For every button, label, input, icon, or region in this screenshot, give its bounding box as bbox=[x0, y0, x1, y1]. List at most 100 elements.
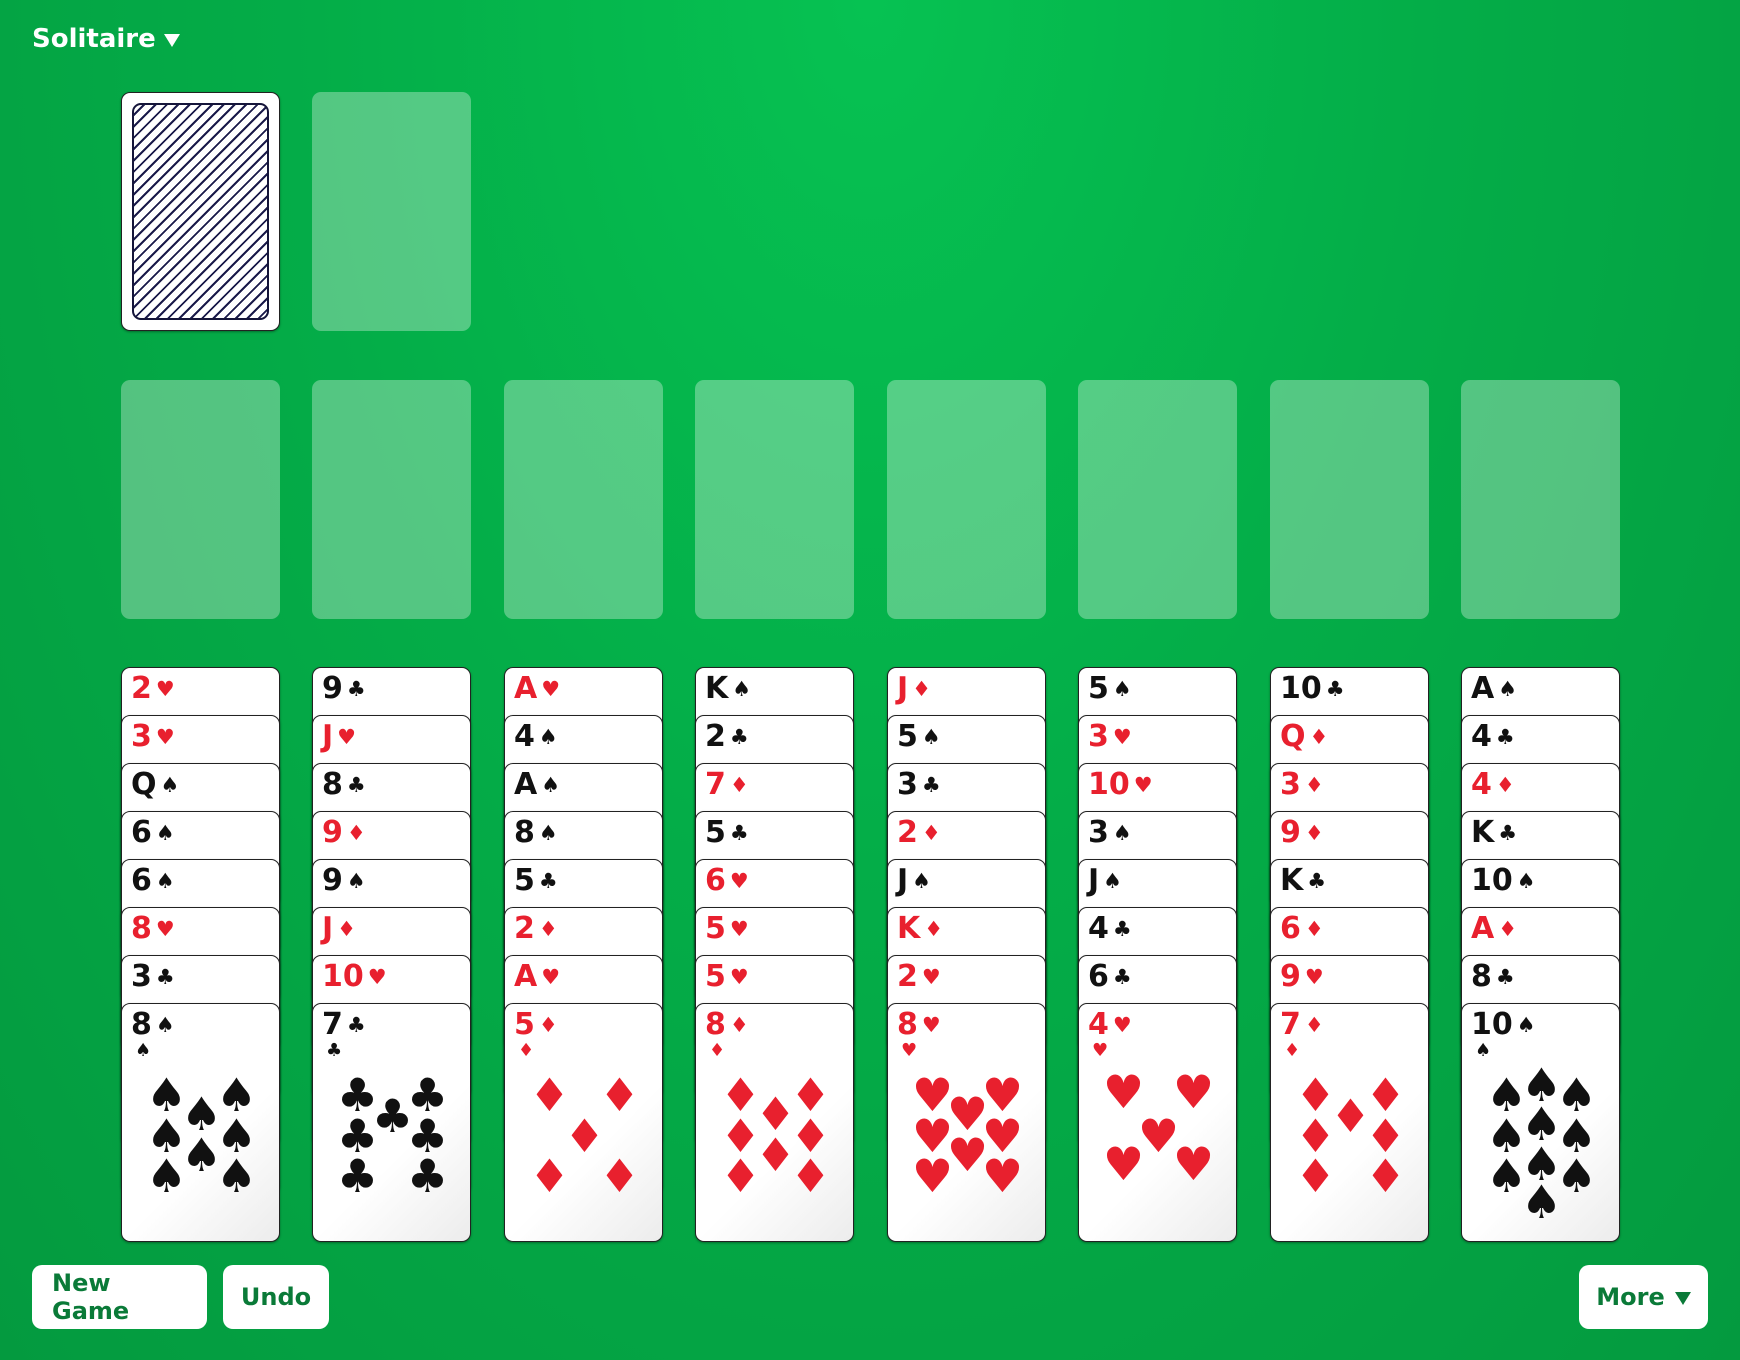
suit-pip-icon: ♦ bbox=[789, 1149, 832, 1204]
playing-card[interactable]: 7 ♣ ♣ ♣ ♣ ♣ ♣ ♣ ♣ ♣ bbox=[312, 1003, 471, 1242]
card-rank: 8 bbox=[897, 1007, 918, 1042]
stock-pile[interactable] bbox=[121, 92, 280, 331]
card-rank: A bbox=[514, 671, 538, 706]
suit-pip-icon: ♥ bbox=[981, 1149, 1024, 1204]
suit-icon: ♦ bbox=[1304, 773, 1324, 797]
card-rank: 5 bbox=[705, 911, 726, 946]
suit-icon: ♥ bbox=[901, 1040, 918, 1061]
foundation-slot[interactable] bbox=[1270, 380, 1429, 619]
card-rank: 9 bbox=[322, 815, 343, 850]
playing-card[interactable]: 10 ♠ ♠ ♠ ♠ ♠ ♠ ♠ ♠ ♠ ♠ ♠ ♠ bbox=[1461, 1003, 1620, 1242]
playing-card[interactable]: 8 ♠ ♠ ♠ ♠ ♠ ♠ ♠ ♠ ♠ ♠ bbox=[121, 1003, 280, 1242]
suit-icon: ♦ bbox=[924, 917, 944, 941]
card-rank: Q bbox=[1280, 719, 1306, 754]
undo-button[interactable]: Undo bbox=[223, 1265, 329, 1329]
card-corner: 5 ♥ bbox=[705, 960, 749, 994]
card-rank: 10 bbox=[322, 959, 364, 994]
card-rank: 8 bbox=[131, 911, 152, 946]
foundation-slot[interactable] bbox=[312, 380, 471, 619]
suit-pip-icon: ♥ bbox=[1102, 1137, 1145, 1192]
foundation-slot[interactable] bbox=[695, 380, 854, 619]
card-rank: 9 bbox=[322, 863, 343, 898]
suit-icon: ♠ bbox=[1103, 869, 1122, 893]
card-rank: 7 bbox=[322, 1007, 343, 1042]
suit-pip-icon: ♣ bbox=[336, 1149, 379, 1204]
card-corner: Q ♠ bbox=[131, 768, 179, 802]
waste-pile[interactable] bbox=[312, 92, 471, 331]
suit-icon: ♦ bbox=[709, 1040, 726, 1061]
more-button[interactable]: More bbox=[1579, 1265, 1708, 1329]
suit-icon: ♦ bbox=[337, 917, 356, 941]
foundation-slot[interactable] bbox=[121, 380, 280, 619]
foundation-slot[interactable] bbox=[887, 380, 1046, 619]
suit-pip-icon: ♦ bbox=[528, 1149, 571, 1204]
card-corner: J ♦ bbox=[322, 912, 356, 946]
card-rank: A bbox=[514, 959, 538, 994]
card-rank: 9 bbox=[322, 671, 343, 706]
card-corner: 8 ♥ bbox=[131, 912, 175, 946]
suit-icon: ♥ bbox=[921, 965, 941, 989]
card-corner: J ♠ bbox=[1088, 864, 1122, 898]
new-game-button[interactable]: New Game bbox=[32, 1265, 207, 1329]
suit-icon: ♥ bbox=[155, 677, 175, 701]
suit-icon: ♣ bbox=[1307, 869, 1327, 893]
card-corner: 6 ♠ bbox=[131, 816, 175, 850]
card-rank: 10 bbox=[1471, 1007, 1513, 1042]
card-corner: 2 ♥ bbox=[897, 960, 941, 994]
card-rank: J bbox=[322, 719, 334, 754]
card-back-pattern bbox=[132, 103, 269, 320]
suit-icon: ♥ bbox=[729, 917, 749, 941]
card-rank: 9 bbox=[1280, 959, 1301, 994]
suit-icon: ♣ bbox=[1112, 917, 1132, 941]
card-corner: K ♠ bbox=[705, 672, 751, 706]
foundation-slot[interactable] bbox=[1461, 380, 1620, 619]
game-menu[interactable]: Solitaire bbox=[32, 24, 180, 54]
suit-icon: ♣ bbox=[346, 1013, 366, 1037]
playing-card[interactable]: 4 ♥ ♥ ♥ ♥ ♥ ♥ ♥ bbox=[1078, 1003, 1237, 1242]
card-corner: 2 ♦ bbox=[897, 816, 941, 850]
suit-icon: ♠ bbox=[155, 869, 175, 893]
foundation-slot[interactable] bbox=[504, 380, 663, 619]
card-rank: 3 bbox=[1088, 815, 1109, 850]
suit-icon: ♦ bbox=[729, 773, 749, 797]
card-corner: 7 ♦ bbox=[1280, 1008, 1324, 1042]
card-corner: 5 ♥ bbox=[705, 912, 749, 946]
foundation-slot[interactable] bbox=[1078, 380, 1237, 619]
chevron-down-icon bbox=[1674, 1292, 1691, 1305]
card-corner: 8 ♥ bbox=[897, 1008, 941, 1042]
card-rank: 5 bbox=[1088, 671, 1109, 706]
card-corner: K ♣ bbox=[1471, 816, 1517, 850]
card-corner: 6 ♦ bbox=[1280, 912, 1324, 946]
card-rank: 8 bbox=[322, 767, 343, 802]
card-rank: 8 bbox=[705, 1007, 726, 1042]
suit-icon: ♦ bbox=[1304, 821, 1324, 845]
card-rank: K bbox=[1471, 815, 1495, 850]
card-rank: 5 bbox=[897, 719, 918, 754]
suit-icon: ♠ bbox=[1112, 821, 1132, 845]
card-rank: 8 bbox=[1471, 959, 1492, 994]
card-corner: 3 ♣ bbox=[131, 960, 175, 994]
card-corner: 4 ♦ bbox=[1471, 768, 1515, 802]
card-corner: 8 ♦ bbox=[705, 1008, 749, 1042]
card-rank: 10 bbox=[1088, 767, 1130, 802]
card-corner: 9 ♦ bbox=[1280, 816, 1324, 850]
suit-icon: ♦ bbox=[518, 1040, 535, 1061]
card-corner: 2 ♣ bbox=[705, 720, 749, 754]
playing-card[interactable]: 8 ♥ ♥ ♥ ♥ ♥ ♥ ♥ ♥ ♥ ♥ bbox=[887, 1003, 1046, 1242]
card-rank: 4 bbox=[1088, 1007, 1109, 1042]
suit-icon: ♦ bbox=[538, 917, 558, 941]
suit-icon: ♦ bbox=[729, 1013, 749, 1037]
playing-card[interactable]: 8 ♦ ♦ ♦ ♦ ♦ ♦ ♦ ♦ ♦ ♦ bbox=[695, 1003, 854, 1242]
more-label: More bbox=[1596, 1283, 1665, 1311]
playing-card[interactable]: 7 ♦ ♦ ♦ ♦ ♦ ♦ ♦ ♦ ♦ bbox=[1270, 1003, 1429, 1242]
suit-icon: ♦ bbox=[1495, 773, 1515, 797]
new-game-label: New Game bbox=[52, 1269, 130, 1325]
card-rank: 6 bbox=[1280, 911, 1301, 946]
card-corner: Q ♦ bbox=[1280, 720, 1328, 754]
suit-icon: ♦ bbox=[1498, 917, 1518, 941]
suit-icon: ♥ bbox=[729, 869, 749, 893]
suit-icon: ♣ bbox=[1498, 821, 1518, 845]
suit-icon: ♠ bbox=[1475, 1040, 1492, 1061]
playing-card[interactable]: 5 ♦ ♦ ♦ ♦ ♦ ♦ ♦ bbox=[504, 1003, 663, 1242]
card-corner: 10 ♠ bbox=[1471, 1008, 1536, 1042]
